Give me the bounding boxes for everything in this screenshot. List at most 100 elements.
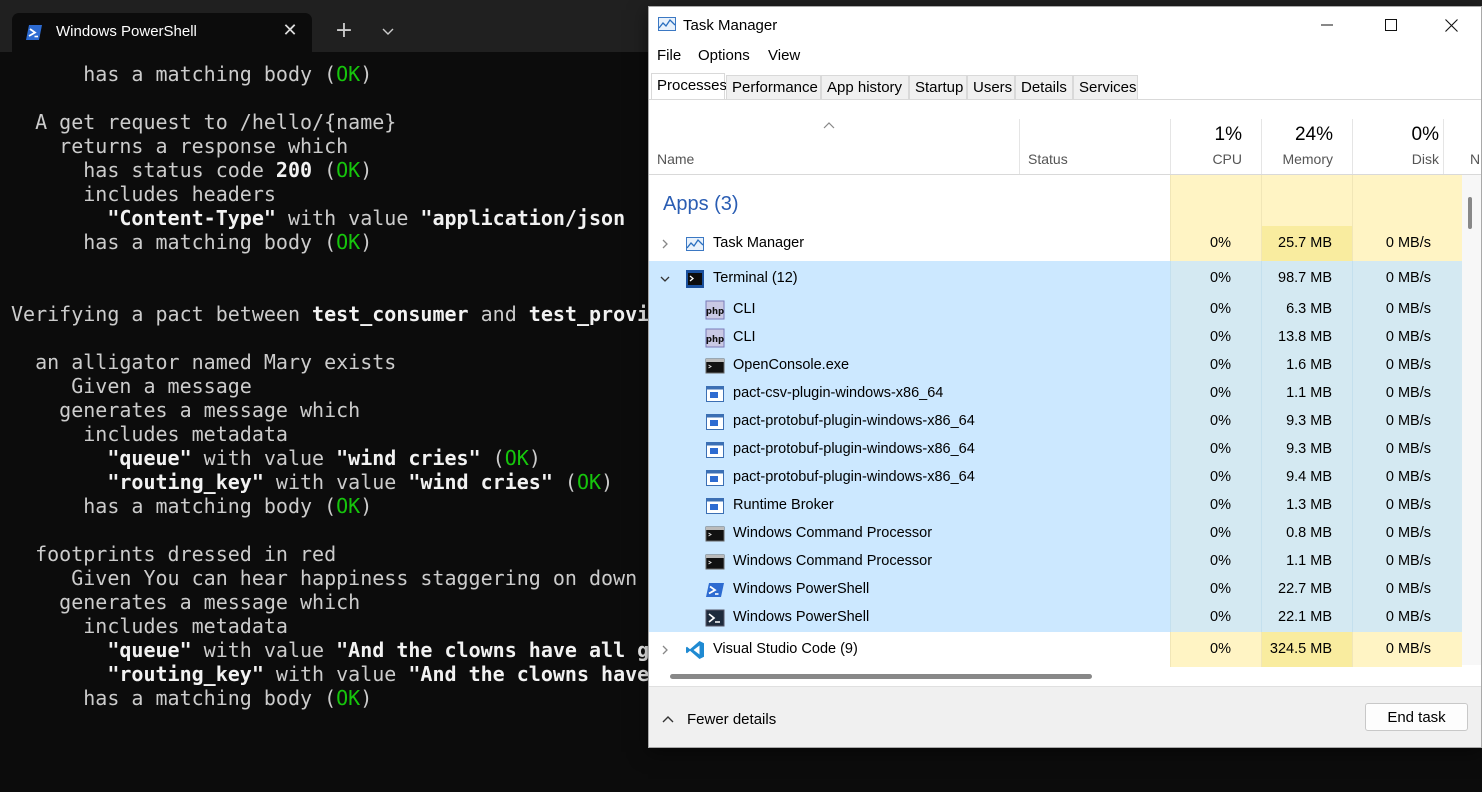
column-divider[interactable] — [1170, 119, 1171, 174]
chevron-down-icon[interactable] — [376, 22, 400, 42]
memory-value: 13.8 MB — [1278, 329, 1332, 345]
terminal-text-segment: includes metadata — [11, 614, 288, 638]
terminal-text-segment: "And the clowns have all g — [336, 638, 650, 662]
php-icon: php — [705, 328, 725, 348]
terminal-text-segment: has a matching body ( — [11, 494, 337, 518]
tab-app-history[interactable]: App history — [821, 75, 909, 99]
horizontal-scroll-thumb[interactable] — [670, 674, 1092, 679]
column-gridline — [1261, 226, 1262, 261]
column-divider[interactable] — [1352, 119, 1353, 174]
column-gridline — [1170, 604, 1171, 632]
disk-value: 0 MB/s — [1385, 497, 1431, 513]
column-gridline — [1170, 492, 1171, 520]
terminal-text-segment: Given You can hear happiness staggering … — [11, 566, 638, 590]
process-name: Visual Studio Code (9) — [713, 640, 858, 657]
column-disk[interactable]: Disk — [1412, 151, 1439, 167]
column-gridline — [1261, 380, 1262, 408]
disk-value: 0 MB/s — [1385, 441, 1431, 457]
terminal-text-segment: ) — [601, 470, 614, 494]
column-gridline — [1261, 296, 1262, 324]
end-task-button[interactable]: End task — [1365, 703, 1468, 731]
terminal-text-segment: with value — [263, 662, 409, 686]
sort-ascending-icon[interactable] — [823, 121, 835, 129]
column-gridline — [1261, 520, 1262, 548]
status-ok-text: OK — [336, 494, 361, 518]
vertical-scroll-thumb[interactable] — [1468, 197, 1472, 229]
terminal-text-segment: test_provi — [528, 302, 650, 326]
menu-file[interactable]: File — [657, 47, 681, 64]
fewer-details-button[interactable]: Fewer details — [661, 707, 776, 731]
cpu-value: 0% — [1210, 581, 1231, 597]
column-cpu[interactable]: CPU — [1212, 151, 1242, 167]
process-name: CLI — [733, 329, 756, 345]
terminal-text-segment: footprints dressed in red — [11, 542, 337, 566]
column-gridline — [1170, 324, 1171, 352]
cpu-value: 0% — [1210, 553, 1231, 569]
new-tab-button[interactable]: + — [330, 17, 358, 45]
terminal-output[interactable]: has a matching body (OK) A get request t… — [11, 62, 649, 710]
process-name: Windows PowerShell — [733, 581, 870, 597]
column-gridline — [1170, 296, 1171, 324]
memory-value: 1.1 MB — [1286, 553, 1332, 569]
column-network-partial[interactable]: N — [1470, 151, 1480, 167]
column-gridline — [1352, 324, 1353, 352]
memory-value: 25.7 MB — [1278, 234, 1332, 251]
menu-view[interactable]: View — [768, 47, 800, 64]
process-name: Task Manager — [713, 234, 805, 251]
close-tab-icon[interactable]: ✕ — [278, 20, 302, 41]
tab-startup[interactable]: Startup — [909, 75, 967, 99]
column-divider[interactable] — [1261, 119, 1262, 174]
terminal-text-segment: ) — [360, 230, 373, 254]
tab-processes[interactable]: Processes — [651, 73, 727, 99]
minimize-button[interactable] — [1297, 7, 1357, 43]
disk-value: 0 MB/s — [1385, 385, 1431, 401]
chevron-right-icon[interactable] — [659, 238, 671, 250]
terminal-text-segment: with value — [191, 446, 337, 470]
disk-value: 0 MB/s — [1385, 553, 1431, 569]
status-ok-text: OK — [504, 446, 529, 470]
column-status[interactable]: Status — [1028, 151, 1068, 167]
column-gridline — [1352, 380, 1353, 408]
terminal-text-segment: 200 — [275, 158, 313, 182]
terminal-text-segment: A get request to /hello/{name} — [11, 110, 397, 134]
tab-details[interactable]: Details — [1015, 75, 1073, 99]
terminal-text-segment: Verifying a pact between — [11, 302, 313, 326]
terminal-text-segment: has a matching body ( — [11, 230, 337, 254]
column-memory[interactable]: Memory — [1282, 151, 1333, 167]
disk-value: 0 MB/s — [1385, 469, 1431, 485]
tab-services[interactable]: Services — [1073, 75, 1138, 99]
console-icon — [705, 554, 725, 570]
status-ok-text: OK — [336, 230, 361, 254]
column-gridline — [1261, 464, 1262, 492]
task-manager-titlebar[interactable]: Task Manager — [649, 7, 1481, 43]
terminal-text-segment: ) — [360, 158, 373, 182]
column-divider[interactable] — [1019, 119, 1020, 174]
chevron-down-icon[interactable] — [659, 273, 671, 285]
task-manager-window: Task Manager File Options View Processes… — [648, 6, 1482, 748]
column-gridline — [1170, 352, 1171, 380]
column-gridline — [1170, 464, 1171, 492]
column-gridline — [1352, 261, 1353, 296]
tab-users[interactable]: Users — [967, 75, 1015, 99]
terminal-text-segment: "wind cries" — [336, 446, 481, 470]
app-window-icon — [706, 414, 724, 430]
cpu-value: 0% — [1210, 301, 1231, 317]
maximize-button[interactable] — [1361, 7, 1421, 43]
terminal-text-segment: "Content-Type" — [107, 206, 276, 230]
terminal-text-segment: "And the clowns have — [408, 662, 650, 686]
process-list[interactable]: Apps (3) Task Manager 0% 25.7 MB 0 MB/s Termi… — [649, 175, 1469, 667]
terminal-text-segment: includes headers — [11, 182, 276, 206]
terminal-tab[interactable]: Windows PowerShell ✕ — [12, 13, 312, 52]
tab-performance[interactable]: Performance — [726, 75, 821, 99]
disk-value: 0 MB/s — [1385, 329, 1431, 345]
close-window-button[interactable] — [1421, 7, 1481, 43]
svg-text:php: php — [706, 307, 724, 317]
column-divider[interactable] — [1443, 119, 1444, 174]
process-name: pact-csv-plugin-windows-x86_64 — [733, 385, 944, 401]
column-name[interactable]: Name — [657, 151, 694, 167]
column-gridline — [1352, 352, 1353, 380]
chevron-right-icon[interactable] — [659, 644, 671, 656]
vertical-scrollbar[interactable] — [1462, 175, 1481, 665]
menu-options[interactable]: Options — [698, 47, 750, 64]
